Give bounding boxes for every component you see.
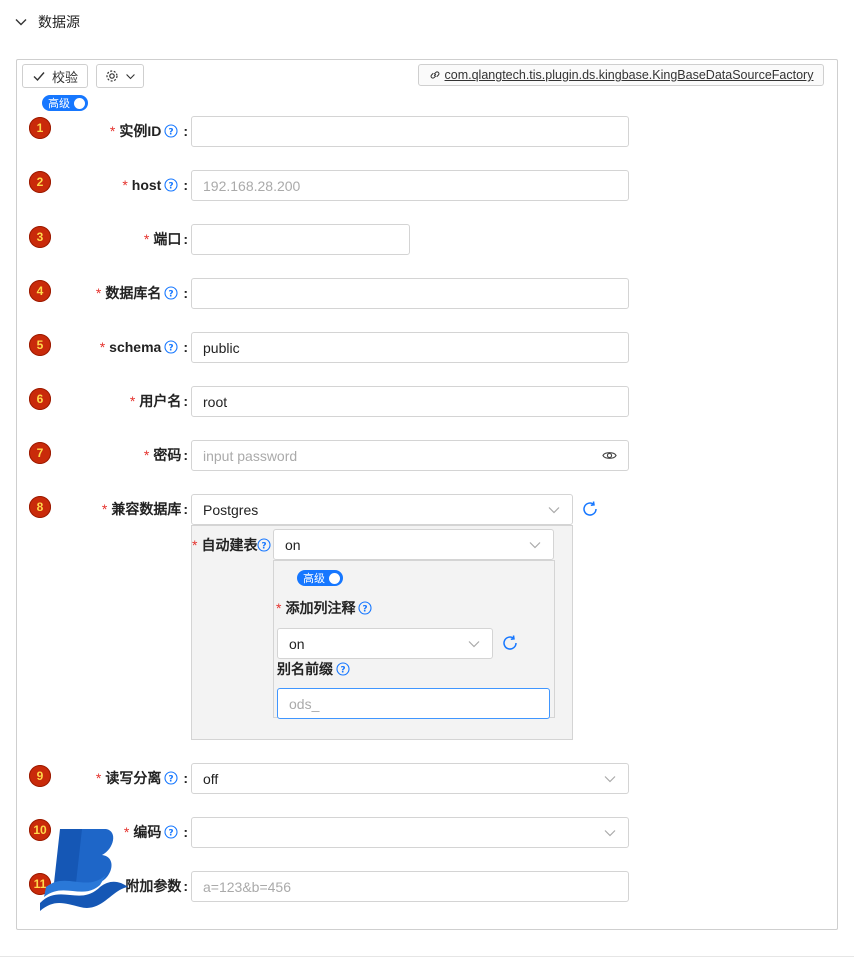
help-icon[interactable]: ? (164, 124, 178, 138)
chevron-down-icon (548, 506, 560, 513)
refresh-icon[interactable] (501, 634, 519, 652)
extra-params-input[interactable]: a=123&b=456 (191, 871, 629, 902)
password-label: * 密码 : (143, 447, 188, 463)
chevron-down-icon (604, 829, 616, 836)
help-icon[interactable]: ? (257, 538, 272, 552)
advanced-toggle-label: 高级 (48, 98, 70, 110)
port-input[interactable] (191, 224, 410, 255)
section-header-datasource[interactable]: 数据源 (14, 12, 80, 32)
check-icon (33, 72, 45, 82)
validate-button[interactable]: 校验 (22, 64, 88, 88)
field-number-badge: 9 (29, 765, 51, 787)
advanced-toggle[interactable]: 高级 (42, 95, 88, 111)
link-icon (430, 71, 439, 79)
database-name-input[interactable] (191, 278, 629, 309)
instance-id-label: * 实例ID ? : (109, 123, 188, 139)
help-icon[interactable]: ? (336, 662, 350, 676)
username-label: * 用户名 : (129, 393, 188, 409)
read-write-split-select[interactable]: off (191, 763, 629, 794)
chevron-down-icon (15, 19, 27, 26)
schema-input[interactable]: public (191, 332, 629, 363)
svg-text:?: ? (169, 289, 174, 299)
host-input[interactable]: 192.168.28.200 (191, 170, 629, 201)
advanced-toggle-label: 高级 (303, 573, 325, 585)
help-icon[interactable]: ? (164, 771, 178, 785)
schema-label: * schema ? : (99, 339, 188, 355)
toggle-knob (329, 572, 340, 584)
auto-create-table-select[interactable]: on (273, 529, 554, 560)
gear-icon (105, 70, 118, 82)
chevron-down-icon (468, 640, 480, 647)
kingbase-logo (40, 829, 128, 911)
svg-text:?: ? (262, 541, 267, 551)
read-write-split-label: * 读写分离 ? : (95, 770, 188, 786)
compatible-db-label: * 兼容数据库 : (101, 501, 188, 517)
field-number-badge: 5 (29, 334, 51, 356)
svg-text:?: ? (169, 181, 174, 191)
host-label: * host ? : (122, 177, 188, 193)
add-column-comment-label: * 添加列注释 ? (276, 592, 476, 624)
divider (0, 956, 854, 957)
help-icon[interactable]: ? (164, 825, 178, 839)
field-number-badge: 6 (29, 388, 51, 410)
advanced-toggle-nested[interactable]: 高级 (297, 570, 343, 586)
chevron-down-icon (529, 541, 541, 548)
refresh-icon[interactable] (581, 500, 599, 518)
field-number-badge: 1 (29, 117, 51, 139)
database-name-label: * 数据库名 ? : (95, 285, 188, 301)
eye-icon[interactable] (602, 448, 617, 463)
compatible-db-select[interactable]: Postgres (191, 494, 573, 525)
field-number-badge: 7 (29, 442, 51, 464)
svg-text:?: ? (169, 774, 174, 784)
help-icon[interactable]: ? (358, 601, 373, 615)
chevron-down-icon (125, 73, 135, 79)
svg-text:?: ? (363, 604, 368, 614)
factory-class-text: com.qlangtech.tis.plugin.ds.kingbase.Kin… (444, 68, 814, 82)
port-label: * 端口 : (143, 231, 188, 247)
alias-prefix-input[interactable]: ods_ (277, 688, 550, 719)
username-input[interactable]: root (191, 386, 629, 417)
svg-text:?: ? (169, 343, 174, 353)
settings-dropdown-button[interactable] (96, 64, 144, 88)
field-number-badge: 8 (29, 496, 51, 518)
help-icon[interactable]: ? (164, 340, 178, 354)
help-icon[interactable]: ? (164, 178, 178, 192)
encoding-select[interactable] (191, 817, 629, 848)
svg-text:?: ? (169, 828, 174, 838)
svg-text:?: ? (340, 665, 345, 675)
field-number-badge: 4 (29, 280, 51, 302)
password-input[interactable]: input password (191, 440, 629, 471)
validate-label: 校验 (51, 69, 78, 85)
alias-prefix-label: 别名前缀 ? (277, 653, 477, 685)
field-number-badge: 3 (29, 226, 51, 248)
help-icon[interactable]: ? (164, 286, 178, 300)
instance-id-input[interactable] (191, 116, 629, 147)
factory-class-link[interactable]: com.qlangtech.tis.plugin.ds.kingbase.Kin… (418, 64, 824, 86)
auto-create-table-label: * 自动建表 ? (192, 529, 274, 561)
svg-text:?: ? (169, 127, 174, 137)
section-title: 数据源 (38, 14, 80, 30)
field-number-badge: 2 (29, 171, 51, 193)
chevron-down-icon (604, 775, 616, 782)
toggle-knob (74, 97, 85, 109)
